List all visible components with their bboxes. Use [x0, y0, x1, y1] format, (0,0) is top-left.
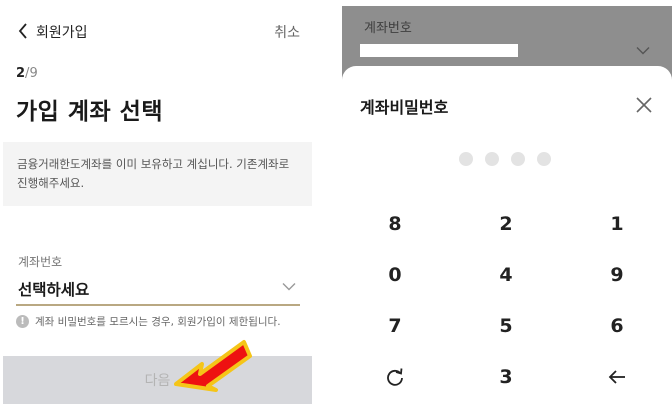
keypad-refresh-button[interactable]: [365, 357, 425, 397]
chevron-left-icon: [18, 23, 27, 39]
keypad-key-4[interactable]: 4: [476, 255, 536, 295]
keypad-key-7[interactable]: 7: [365, 306, 425, 346]
account-select-value: 선택하세요: [18, 281, 90, 299]
notice-text-line1: 금융거래한도계좌를 이미 보유하고 계십니다. 기존계좌로: [17, 157, 290, 171]
pin-dot: [511, 152, 525, 166]
notice-box: 금융거래한도계좌를 이미 보유하고 계십니다. 기존계좌로 진행해주세요.: [3, 142, 312, 206]
back-button[interactable]: [12, 18, 34, 44]
section-heading: 가입 계좌 선택: [16, 99, 163, 125]
pin-dot: [485, 152, 499, 166]
account-select[interactable]: 선택하세요: [16, 274, 300, 306]
pin-entry-screen: 계좌번호 계좌비밀번호 8 2 1 0 4 9 7 5 6 3: [342, 6, 672, 414]
page-title: 회원가입: [36, 25, 88, 41]
pin-bottom-sheet: 계좌비밀번호 8 2 1 0 4 9 7 5 6 3: [342, 66, 672, 414]
pin-dot: [459, 152, 473, 166]
pin-dot: [537, 152, 551, 166]
pin-sheet-title: 계좌비밀번호: [360, 98, 449, 117]
warning-row: ! 계좌 비밀번호를 모르시는 경우, 회원가입이 제한됩니다.: [16, 314, 281, 329]
dimmed-account-label: 계좌번호: [364, 21, 412, 36]
step-current: 2: [16, 66, 26, 81]
keypad-key-6[interactable]: 6: [587, 306, 647, 346]
pin-dots: [459, 152, 563, 166]
keypad-key-5[interactable]: 5: [476, 306, 536, 346]
red-arrow-icon: [174, 340, 252, 392]
chevron-down-icon: [636, 47, 650, 55]
keypad-key-9[interactable]: 9: [587, 255, 647, 295]
next-button[interactable]: 다음: [3, 356, 312, 404]
backspace-icon: [608, 370, 625, 384]
signup-screen: 회원가입 취소 2/9 가입 계좌 선택 금융거래한도계좌를 이미 보유하고 계…: [0, 0, 330, 414]
warning-text: 계좌 비밀번호를 모르시는 경우, 회원가입이 제한됩니다.: [35, 316, 281, 328]
keypad-key-0[interactable]: 0: [365, 255, 425, 295]
notice-text-line2: 진행해주세요.: [17, 176, 85, 190]
chevron-down-icon: [282, 283, 296, 291]
close-icon[interactable]: [632, 93, 656, 117]
account-number-label: 계좌번호: [18, 255, 63, 269]
redacted-account-number: [360, 44, 518, 57]
keypad-key-1[interactable]: 1: [587, 204, 647, 244]
keypad-key-8[interactable]: 8: [365, 204, 425, 244]
cancel-button[interactable]: 취소: [274, 22, 300, 42]
refresh-icon: [387, 368, 403, 386]
step-total: 9: [29, 66, 38, 81]
step-indicator: 2/9: [16, 66, 38, 81]
info-icon: !: [16, 315, 29, 328]
top-bar: 회원가입 취소: [0, 0, 330, 62]
keypad-key-2[interactable]: 2: [476, 204, 536, 244]
keypad-backspace-button[interactable]: [587, 357, 647, 397]
keypad-key-3[interactable]: 3: [476, 357, 536, 397]
